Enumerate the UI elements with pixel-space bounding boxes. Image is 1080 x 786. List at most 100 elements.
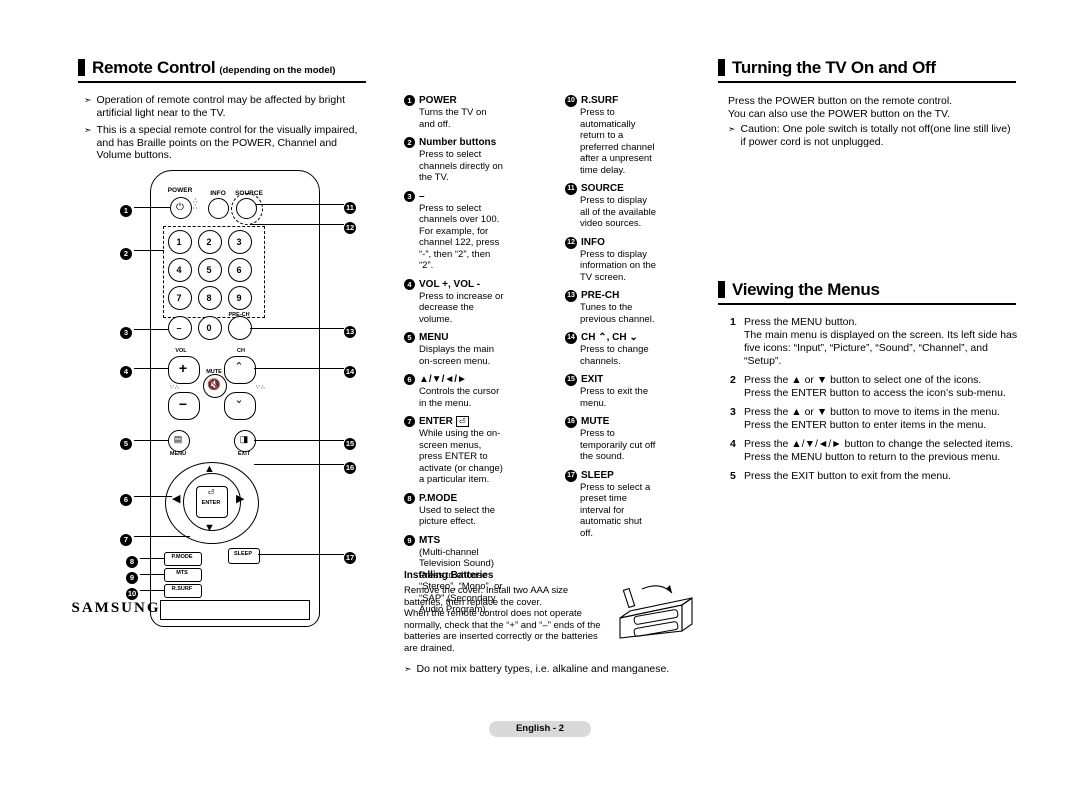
legend-title: PRE-CH [581,290,620,301]
arrow-icon: ➣ [404,664,412,674]
legend-body: Controls the cursor in the menu. [419,386,500,409]
plus-icon: + [178,360,188,376]
battery-note-text: Do not mix battery types, i.e. alkaline … [416,663,670,675]
remote-control-bullets: ➣ Operation of remote control may be aff… [84,94,364,167]
legend-title: R.SURF [581,95,619,106]
step-number: 2 [730,374,736,386]
enter-icon: ⏎ [207,488,215,497]
number-label-9: 9 [236,293,242,303]
callout-line [134,440,168,441]
braille-dots: ∵∴ [170,385,180,391]
callout-14: 14 [344,366,356,378]
legend-column-1: 1 POWER Turns the TV on and off. 2 Number … [404,95,504,623]
arrow-icon: ➣ [728,124,736,134]
callout-16: 16 [344,462,356,474]
callout-13: 13 [344,326,356,338]
callout-1: 1 [120,201,132,219]
legend-title: MUTE [581,416,610,427]
legend-item: 1 POWER Turns the TV on and off. [404,95,504,130]
legend-item: 14 CH ⌃, CH ⌄ Press to change channels. [565,332,657,367]
legend-title: ▲/▼/◄/► [419,374,467,385]
legend-item: 3– Press to select channels over 100. Fo… [404,190,504,272]
mts-label: MTS [176,570,188,576]
source-button-highlight [231,193,263,225]
remote-info-button[interactable] [208,198,229,219]
callout-line [134,207,170,208]
callout-line [134,250,164,251]
installing-batteries-title: Installing Batteries [404,570,494,581]
callout-11: 11 [344,198,356,216]
legend-title: SLEEP [581,469,614,481]
pmode-label: P.MODE [171,554,193,560]
turning-tv-line-1: Press the POWER button on the remote con… [728,95,953,107]
remote-prech-button[interactable] [228,316,252,340]
legend-item: 4 VOL +, VOL - Press to increase or decre… [404,278,504,326]
number-label-5: 5 [206,265,212,275]
bullet-item: ➣ Operation of remote control may be aff… [84,94,364,119]
remote-control-subtitle: (depending on the model) [219,65,336,76]
legend-title: POWER [419,95,457,106]
viewing-menus-steps: 1 Press the MENU button. The main menu is… [730,316,1020,489]
legend-body: Turns the TV on and off. [419,107,487,130]
legend-body: Used to select the picture effect. [419,504,496,528]
step-row: 4 Press the ▲/▼/◄/► button to change the … [730,438,1020,464]
legend-body: Tunes to the previous channel. [580,302,655,325]
step-text: Press the MENU button. The main menu is … [744,316,1018,367]
legend-number: 8 [404,492,415,504]
legend-number: 5 [404,332,415,343]
mute-label: MUTE [206,369,222,375]
step-row: 2 Press the ▲ or ▼ button to select one o… [730,374,1020,400]
sleep-label: SLEEP [233,551,253,557]
exit-label: EXIT [237,451,251,457]
callout-line [140,558,164,559]
legend-item: 13 PRE-CH Tunes to the previous channel. [565,290,657,325]
legend-item: 17 SLEEP Press to select a preset time in… [565,469,657,540]
callout-7: 7 [120,530,132,548]
legend-title: SOURCE [581,183,624,194]
legend-number: 14 [565,332,577,344]
menu-icon: ▤ [173,434,183,444]
legend-title: EXIT [581,374,604,385]
legend-number: 15 [565,374,577,386]
prech-label: PRE-CH [228,312,250,318]
turning-tv-line-2: You can also use the POWER button on the… [728,108,951,120]
brand-plate [160,600,310,620]
callout-4: 4 [120,362,132,380]
legend-title: MENU [419,332,449,343]
label-power: POWER [167,187,193,194]
step-number: 1 [730,316,736,328]
callout-5: 5 [120,434,132,452]
legend-number: 6 [404,374,415,385]
samsung-logo: SAMSUNG [71,600,161,616]
caution-text: Caution: One pole switch is totally not … [740,123,1011,148]
label-info: INFO [210,190,226,197]
viewing-menus-heading: Viewing the Menus [718,280,1016,305]
legend-title: P.MODE [419,492,458,504]
legend-body: Press to automatically return to a prefe… [580,107,655,176]
legend-number: 7 [404,416,415,427]
legend-title: MTS [419,534,441,546]
callout-line [134,329,168,330]
callout-17: 17 [344,552,356,564]
legend-title: CH ⌃, CH ⌄ [581,332,638,343]
page-footer: English - 2 [489,721,591,737]
callout-line [140,590,164,591]
callout-line [254,368,344,369]
callout-line [250,224,344,225]
arrow-down-icon: ▼ [204,522,215,534]
legend-item: 5 MENU Displays the main on-screen menu. [404,332,504,367]
legend-body: Press to select a preset time interval f… [580,481,651,539]
number-label-2: 2 [206,237,212,247]
heading-accent-bar [78,59,85,76]
battery-illustration [619,585,693,639]
step-number: 5 [730,470,736,482]
callout-line [254,464,344,465]
bullet-text: This is a special remote control for the… [96,124,358,161]
callout-line [134,536,190,537]
legend-number: 3 [404,190,415,202]
step-text: Press the ▲/▼/◄/► button to change the s… [744,438,1014,463]
arrow-icon: ➣ [84,125,92,135]
legend-item: 2 Number buttons Press to select channels… [404,137,504,184]
legend-item: 6 ▲/▼/◄/► Controls the cursor in the menu… [404,374,504,409]
legend-title: ENTER [419,416,453,427]
